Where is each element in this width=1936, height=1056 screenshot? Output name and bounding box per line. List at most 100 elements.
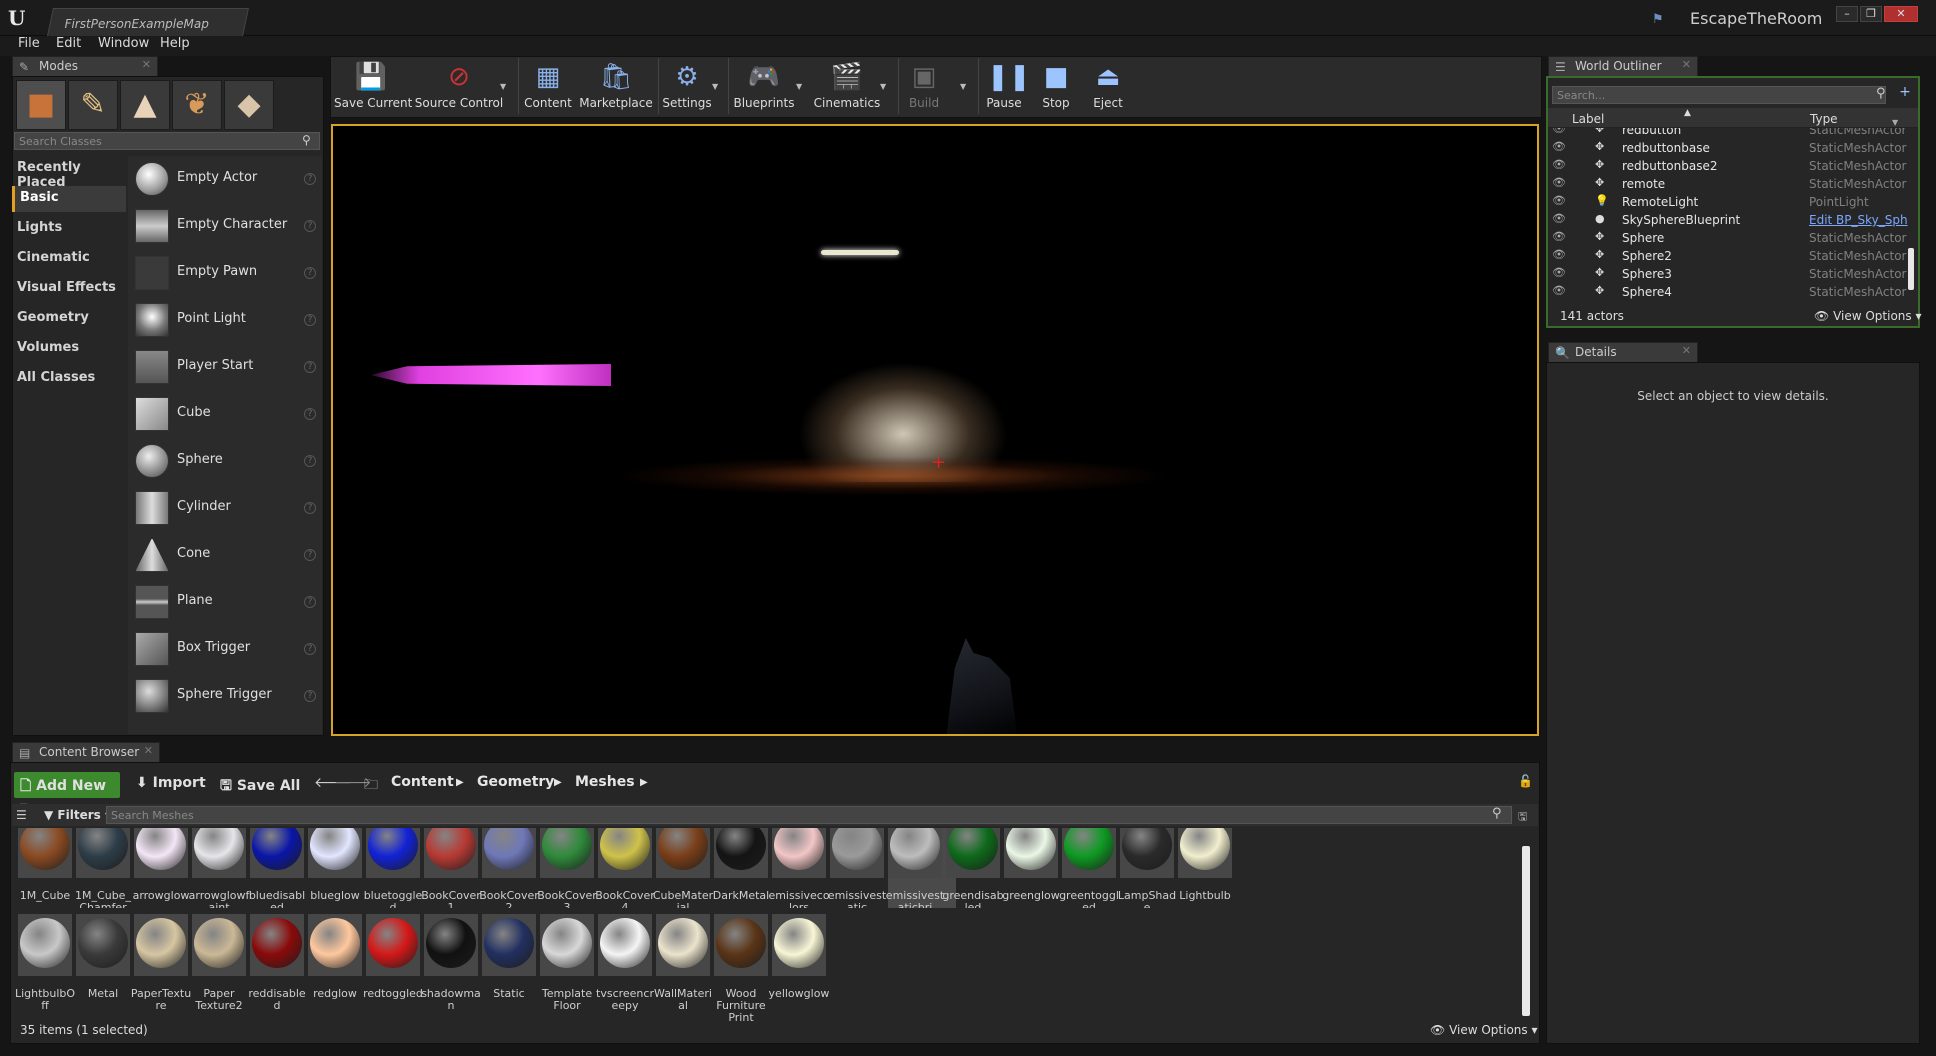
outliner-row[interactable]: 👁 💡 RemoteLight PointLight: [1548, 193, 1916, 211]
outliner-row[interactable]: 👁 ✥ redbuttonbase2 StaticMeshActor: [1548, 157, 1916, 175]
category-all-classes[interactable]: All Classes: [12, 366, 126, 392]
build-button[interactable]: ▣ Build: [902, 58, 946, 116]
place-item-empty-character[interactable]: Empty Character?: [132, 204, 322, 250]
column-label[interactable]: Label: [1572, 112, 1604, 126]
level-viewport[interactable]: +: [331, 124, 1539, 736]
eye-icon[interactable]: 👁: [1552, 128, 1566, 135]
edit-blueprint-link[interactable]: Edit BP_Sky_Sph: [1809, 213, 1908, 227]
settings-button[interactable]: ⚙ Settings: [662, 58, 712, 116]
close-button[interactable]: ✕: [1884, 6, 1918, 22]
content-button[interactable]: ▦ Content: [522, 58, 574, 116]
source-control-dropdown-icon[interactable]: ▼: [500, 82, 506, 91]
close-icon[interactable]: ✕: [142, 58, 151, 71]
asset-tile[interactable]: Lightbulb: [1178, 828, 1246, 908]
help-icon[interactable]: ?: [304, 549, 316, 561]
outliner-search-input[interactable]: Search...: [1552, 86, 1886, 104]
help-icon[interactable]: ?: [304, 455, 316, 467]
close-icon[interactable]: ✕: [1682, 58, 1691, 71]
help-icon[interactable]: ?: [304, 502, 316, 514]
add-new-button[interactable]: 🗋 Add New ▾: [14, 772, 120, 815]
blueprints-dropdown-icon[interactable]: ▼: [796, 82, 802, 91]
eye-icon[interactable]: 👁: [1552, 284, 1566, 297]
add-filter-icon[interactable]: +: [1896, 84, 1914, 102]
eye-icon[interactable]: 👁: [1552, 230, 1566, 243]
filters-button[interactable]: ▼ Filters ▾: [40, 806, 115, 824]
search-meshes-input[interactable]: Search Meshes: [106, 806, 1512, 824]
place-item-empty-pawn[interactable]: Empty Pawn?: [132, 251, 322, 297]
eject-button[interactable]: ⏏ Eject: [1086, 58, 1130, 116]
category-cinematic[interactable]: Cinematic: [12, 246, 126, 272]
unreal-logo-icon[interactable]: U: [8, 6, 32, 30]
category-visual-effects[interactable]: Visual Effects: [12, 276, 126, 302]
category-volumes[interactable]: Volumes: [12, 336, 126, 362]
help-icon[interactable]: ?: [304, 173, 316, 185]
eye-icon[interactable]: 👁: [1552, 212, 1566, 225]
search-classes-input[interactable]: Search Classes: [14, 132, 320, 150]
save-search-icon[interactable]: 🖫: [1518, 808, 1527, 827]
eye-icon[interactable]: 👁: [1552, 158, 1566, 171]
tab-modes[interactable]: ✎ Modes ✕: [12, 56, 158, 76]
lock-icon[interactable]: 🔓: [1518, 774, 1533, 788]
minimize-button[interactable]: –: [1836, 6, 1858, 22]
landscape-mode-icon[interactable]: ▲: [120, 80, 170, 130]
menu-window[interactable]: Window: [98, 36, 149, 51]
outliner-row[interactable]: 👁 ✥ redbuttonbase StaticMeshActor: [1548, 139, 1916, 157]
close-icon[interactable]: ✕: [144, 744, 153, 757]
content-scrollbar[interactable]: [1522, 846, 1530, 1016]
place-mode-icon[interactable]: ■: [16, 80, 66, 130]
restore-button[interactable]: ❐: [1860, 6, 1882, 22]
outliner-row[interactable]: 👁 ✥ Sphere StaticMeshActor: [1548, 229, 1916, 247]
outliner-row[interactable]: 👁 ● SkySphereBlueprint Edit BP_Sky_Sph: [1548, 211, 1916, 229]
place-item-cylinder[interactable]: Cylinder?: [132, 486, 322, 532]
tab-world-outliner[interactable]: ☰ World Outliner ✕: [1548, 56, 1698, 76]
place-item-sphere-trigger[interactable]: Sphere Trigger?: [132, 674, 322, 720]
help-icon[interactable]: ?: [304, 314, 316, 326]
foliage-mode-icon[interactable]: ❦: [172, 80, 222, 130]
eye-icon[interactable]: 👁: [1552, 140, 1566, 153]
place-item-player-start[interactable]: Player Start?: [132, 345, 322, 391]
place-item-sphere[interactable]: Sphere?: [132, 439, 322, 485]
column-type[interactable]: Type: [1810, 112, 1838, 126]
outliner-view-options[interactable]: 👁 View Options ▾: [1814, 309, 1922, 323]
tab-details[interactable]: 🔍 Details ✕: [1548, 342, 1698, 362]
outliner-row[interactable]: 👁 ✥ redbutton StaticMeshActor: [1548, 128, 1916, 139]
place-item-cube[interactable]: Cube?: [132, 392, 322, 438]
breadcrumb-geometry[interactable]: Geometry: [477, 774, 554, 790]
blueprints-button[interactable]: 🎮 Blueprints: [732, 58, 796, 116]
outliner-row[interactable]: 👁 ✥ Sphere4 StaticMeshActor: [1548, 283, 1916, 301]
pause-button[interactable]: ❚❚ Pause: [982, 58, 1030, 116]
save-current-button[interactable]: 💾 Save Current: [334, 58, 412, 116]
help-icon[interactable]: ?: [304, 361, 316, 373]
tab-content-browser[interactable]: ▤ Content Browser ✕: [12, 742, 160, 762]
help-icon[interactable]: ?: [304, 643, 316, 655]
geometry-mode-icon[interactable]: ◆: [224, 80, 274, 130]
eye-icon[interactable]: 👁: [1552, 248, 1566, 261]
eye-icon[interactable]: 👁: [1552, 194, 1566, 207]
place-item-cone[interactable]: Cone?: [132, 533, 322, 579]
save-all-button[interactable]: 🖫 Save All: [216, 772, 304, 798]
import-button[interactable]: ⬇ Import: [132, 772, 210, 798]
asset-tile[interactable]: yellowglow: [769, 914, 840, 1008]
outliner-row[interactable]: 👁 ✥ Sphere2 StaticMeshActor: [1548, 247, 1916, 265]
paint-mode-icon[interactable]: ✎: [68, 80, 118, 130]
outliner-row[interactable]: 👁 ✥ remote StaticMeshActor: [1548, 175, 1916, 193]
help-icon[interactable]: ?: [304, 690, 316, 702]
breadcrumb-meshes[interactable]: Meshes: [575, 774, 635, 790]
breadcrumb-separator-icon[interactable]: ▶: [554, 777, 562, 788]
place-item-point-light[interactable]: Point Light?: [132, 298, 322, 344]
category-recently-placed[interactable]: Recently Placed: [12, 156, 126, 190]
content-view-options[interactable]: 👁 View Options ▾: [1430, 1023, 1538, 1037]
level-tab[interactable]: FirstPersonExampleMap: [47, 8, 249, 36]
build-dropdown-icon[interactable]: ▼: [960, 82, 966, 91]
stop-button[interactable]: ■ Stop: [1034, 58, 1078, 116]
outliner-row[interactable]: 👁 ✥ Sphere3 StaticMeshActor: [1548, 265, 1916, 283]
marketplace-button[interactable]: 🛍 Marketplace: [578, 58, 654, 116]
close-icon[interactable]: ✕: [1682, 344, 1691, 357]
settings-dropdown-icon[interactable]: ▼: [712, 82, 718, 91]
breadcrumb-separator-icon[interactable]: ▶: [456, 777, 464, 788]
source-control-button[interactable]: ⊘ Source Control: [414, 58, 504, 116]
help-icon[interactable]: ?: [304, 267, 316, 279]
sources-toggle-icon[interactable]: ☰: [16, 808, 27, 822]
column-dropdown-icon[interactable]: ▼: [1892, 118, 1898, 127]
outliner-scrollbar[interactable]: [1908, 248, 1914, 290]
